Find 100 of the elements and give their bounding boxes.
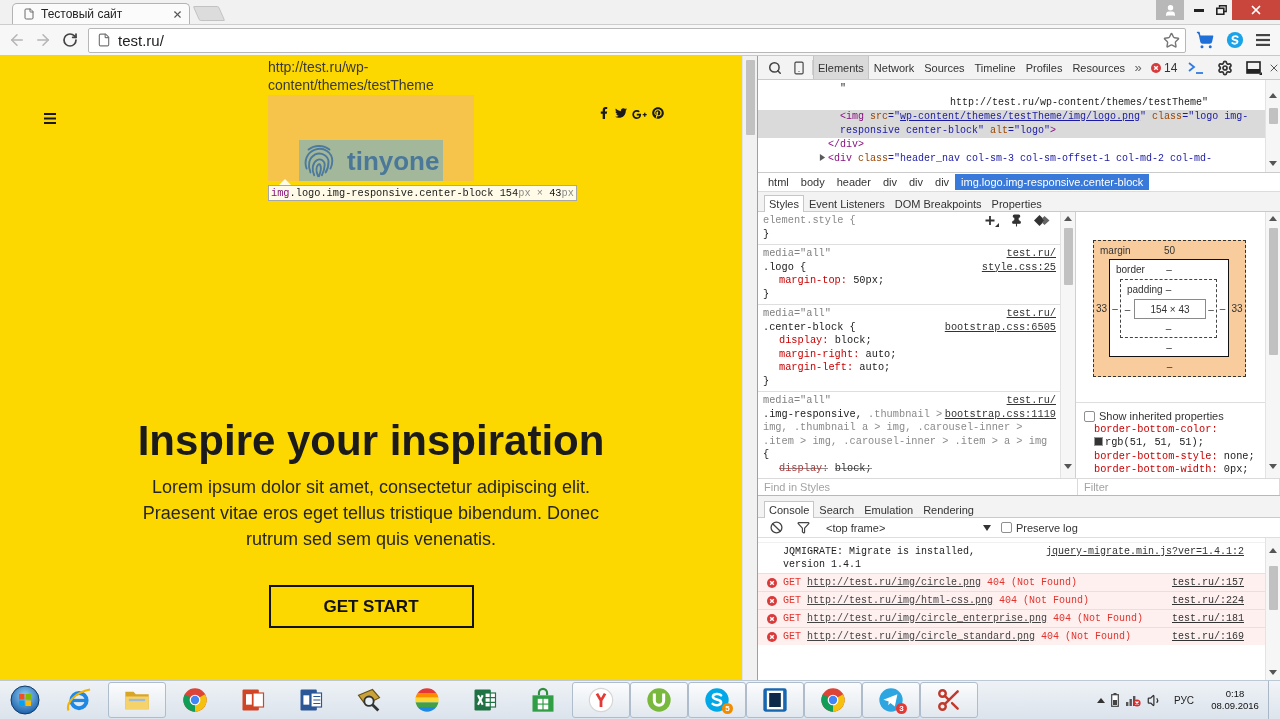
url-link[interactable]: http://test.ru/img/circle.png (807, 577, 982, 588)
scroll-down-icon[interactable] (1269, 161, 1277, 166)
css-declaration[interactable]: margin-right: auto; (763, 347, 1056, 361)
source-link[interactable]: test.ru/:181 (1172, 612, 1244, 625)
search-icon[interactable] (768, 61, 782, 75)
dom-closing-tag[interactable]: </div> (758, 138, 1265, 152)
square-frame-icon[interactable] (761, 686, 789, 714)
browser-tab[interactable]: Тестовый сайт (12, 3, 190, 24)
checkbox[interactable] (1001, 522, 1012, 533)
twitter-icon[interactable] (615, 107, 627, 119)
breadcrumb[interactable]: div (929, 174, 956, 190)
diamonds-icon[interactable] (1034, 215, 1050, 227)
scroll-up-icon[interactable] (1269, 548, 1277, 553)
scroll-down-icon[interactable] (1269, 670, 1277, 675)
menu-icon[interactable] (44, 113, 56, 124)
source-link[interactable]: test.ru/:157 (1172, 576, 1244, 589)
css-declaration[interactable]: margin-top: 50px; (763, 274, 1056, 288)
more-tabs-button[interactable]: » (1130, 60, 1146, 75)
orbit-ring-icon[interactable] (65, 686, 93, 714)
url-link[interactable]: http://test.ru/img/html-css.png (807, 595, 994, 606)
drawer-tab[interactable]: Console (764, 501, 815, 518)
scissors-icon[interactable] (936, 687, 962, 713)
clock[interactable]: 0:18 08.09.2016 (1208, 688, 1262, 712)
facebook-icon[interactable] (598, 107, 610, 119)
scrollbar[interactable] (1265, 80, 1280, 172)
checkbox[interactable] (1084, 410, 1095, 422)
sidebar-tab[interactable]: Properties (986, 195, 1047, 212)
scroll-up-icon[interactable] (1269, 216, 1277, 221)
battery-icon[interactable] (1110, 693, 1119, 707)
cart-icon[interactable] (1196, 31, 1214, 49)
url-link[interactable]: http://test.ru/img/circle_enterprise.png (807, 613, 1048, 624)
scrollbar[interactable] (1060, 212, 1075, 478)
scroll-down-icon[interactable] (1064, 464, 1072, 469)
source-link[interactable]: test.ru/:169 (1172, 630, 1244, 643)
google-plus-icon[interactable] (632, 107, 647, 122)
sidebar-tab[interactable]: DOM Breakpoints (889, 195, 987, 212)
pin-icon[interactable] (1010, 214, 1023, 228)
address-field[interactable]: test.ru/ (88, 27, 1186, 53)
taskbar-button[interactable]: 3 (862, 682, 920, 718)
sidebar-tab[interactable]: Event Listeners (803, 195, 890, 212)
striped-ball-icon[interactable] (413, 686, 441, 714)
filter-icon[interactable] (796, 521, 810, 534)
source-link[interactable]: jquery-migrate.min.js?ver=1.4.1:2 (1045, 545, 1244, 558)
devtools-tab[interactable]: Profiles (1020, 56, 1068, 79)
scrollbar[interactable] (1265, 212, 1280, 478)
dock-side-icon[interactable] (1246, 60, 1262, 75)
scrollbar-thumb[interactable] (745, 60, 755, 135)
checkbox-label[interactable]: Preserve log (1016, 521, 1078, 534)
devtools-tab[interactable]: Sources (919, 56, 970, 79)
scrollbar-thumb[interactable] (1268, 228, 1278, 355)
scrollbar-thumb[interactable] (1268, 566, 1278, 610)
device-icon[interactable] (792, 61, 806, 75)
source-link[interactable]: test.ru/:224 (1172, 594, 1244, 607)
reload-icon[interactable] (62, 32, 78, 48)
source-link[interactable]: test.ru/ (1006, 307, 1056, 321)
source-link[interactable]: test.ru/ (1006, 247, 1056, 261)
chat-logo-icon[interactable] (1226, 31, 1244, 49)
paper-plane-icon[interactable] (877, 686, 905, 714)
expand-arrow-icon[interactable] (819, 154, 826, 161)
scroll-down-icon[interactable] (1269, 464, 1277, 469)
breadcrumb[interactable]: img.logo.img-responsive.center-block (955, 174, 1150, 190)
close-tab-icon[interactable] (172, 8, 183, 20)
css-declaration[interactable]: margin-left: auto; (763, 361, 1056, 375)
breadcrumb[interactable]: html (762, 174, 795, 190)
fork-logo-icon[interactable] (587, 686, 615, 714)
scroll-up-icon[interactable] (1064, 216, 1072, 221)
pinterest-icon[interactable] (652, 107, 664, 119)
sidebar-tab[interactable]: Styles (764, 195, 804, 212)
checkbox-label[interactable]: Show inherited properties (1099, 410, 1224, 422)
console-prompt-icon[interactable] (1188, 61, 1204, 74)
segmented-circle-icon[interactable] (181, 686, 209, 714)
add-rule-icon[interactable] (985, 214, 999, 227)
network-error-icon[interactable] (1124, 693, 1141, 707)
minimize-icon[interactable] (1194, 8, 1204, 12)
tray-arrow-icon[interactable] (1096, 697, 1105, 703)
bookmark-star-icon[interactable] (1163, 31, 1180, 49)
get-start-button[interactable]: GET START (268, 585, 474, 628)
scrollbar-thumb[interactable] (1268, 108, 1278, 124)
magnifier-tool-icon[interactable] (355, 686, 383, 714)
devtools-tab[interactable]: Timeline (969, 56, 1021, 79)
input-language[interactable]: РУС (1173, 694, 1194, 706)
source-link[interactable]: test.ru/ (1006, 394, 1056, 408)
taskbar-button[interactable] (746, 682, 804, 718)
dom-node[interactable]: <div class="header_nav col-sm-3 col-sm-offset-1 col-md-2 col-md- (758, 152, 1265, 166)
devtools-tab[interactable]: Elements (813, 56, 869, 79)
segmented-circle-icon[interactable] (819, 686, 847, 714)
breadcrumb[interactable]: div (876, 174, 903, 190)
restore-icon[interactable] (1215, 5, 1227, 15)
scrollbar-thumb[interactable] (1063, 228, 1073, 285)
error-counter[interactable]: 14 (1151, 60, 1181, 75)
scroll-up-icon[interactable] (1269, 93, 1277, 98)
clear-console-icon[interactable] (769, 521, 783, 534)
scrollbar[interactable] (742, 56, 757, 680)
breadcrumb[interactable]: header (830, 174, 877, 190)
drawer-tab[interactable]: Rendering (918, 501, 979, 518)
breadcrumb[interactable]: body (794, 174, 831, 190)
chat-logo-icon[interactable] (703, 686, 731, 714)
devtools-tab[interactable]: Resources (1067, 56, 1130, 79)
dom-text-node[interactable]: " http://test.ru/wp-content/themes/testTheme" (758, 82, 1265, 110)
drawer-tab[interactable]: Search (814, 501, 860, 518)
